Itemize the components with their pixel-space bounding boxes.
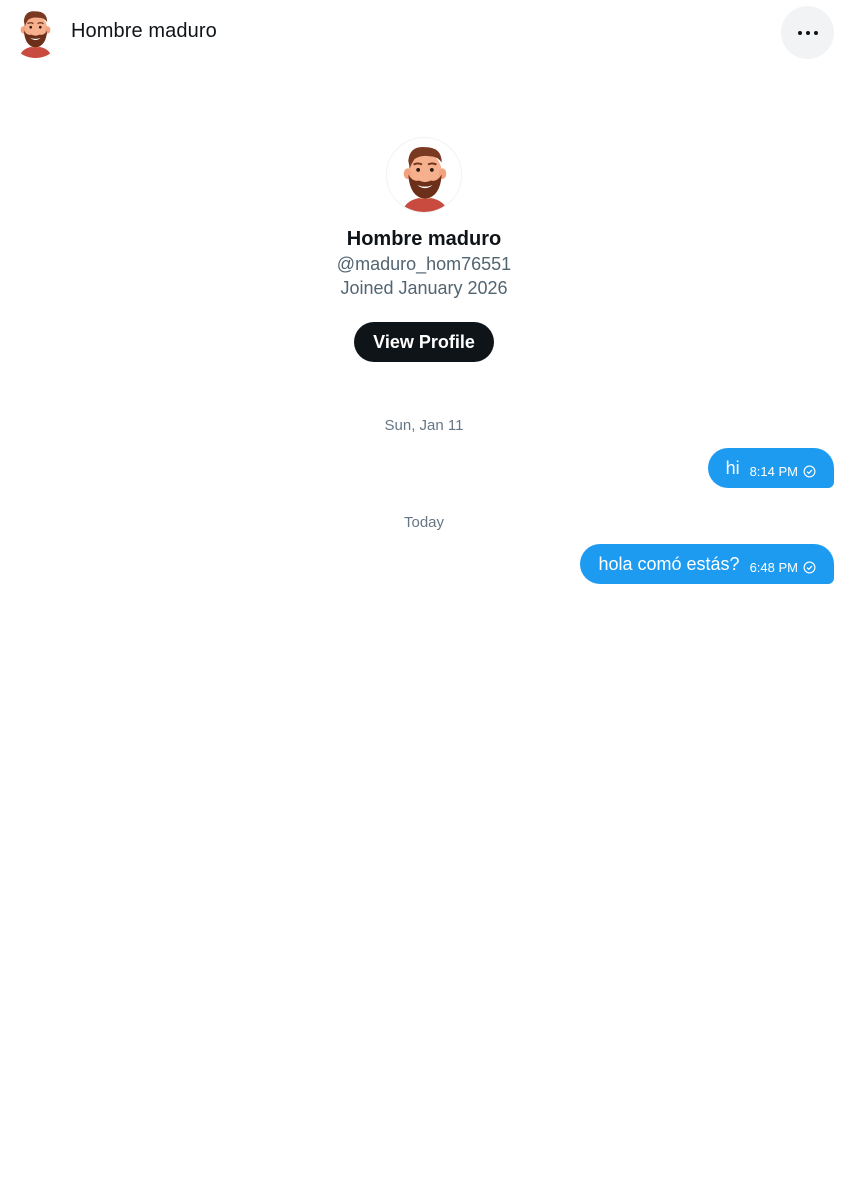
more-horizontal-icon [797, 30, 818, 35]
bearded-man-avatar-icon [387, 138, 461, 212]
message-time: 6:48 PM [749, 559, 798, 575]
header-title[interactable]: Hombre maduro [71, 20, 217, 43]
message-time: 8:14 PM [749, 463, 798, 479]
message-text: hola comó estás? [598, 553, 740, 574]
profile-joined-date: Joined January 2026 [340, 278, 508, 298]
more-options-button[interactable] [781, 6, 834, 59]
bearded-man-avatar-icon[interactable] [9, 5, 62, 58]
sent-check-icon [803, 465, 816, 477]
message-text: hi [725, 457, 740, 478]
date-separator: Sun, Jan 11 [384, 417, 464, 434]
message-meta: 8:14 PM [750, 464, 816, 479]
profile-handle: @maduro_hom76551 [336, 254, 512, 274]
message-bubble[interactable]: hola comó estás? 6:48 PM [580, 544, 834, 584]
view-profile-button[interactable]: View Profile [354, 322, 494, 362]
conversation-header: Hombre maduro [0, 0, 848, 64]
message-meta: 6:48 PM [750, 560, 816, 575]
profile-summary: Hombre maduro @maduro_hom76551 Joined Ja… [0, 137, 848, 362]
profile-avatar[interactable] [386, 137, 462, 213]
date-separator: Today [403, 514, 445, 531]
sent-check-icon [803, 561, 816, 573]
profile-name: Hombre maduro [346, 228, 502, 250]
message-bubble[interactable]: hi 8:14 PM [707, 448, 834, 488]
